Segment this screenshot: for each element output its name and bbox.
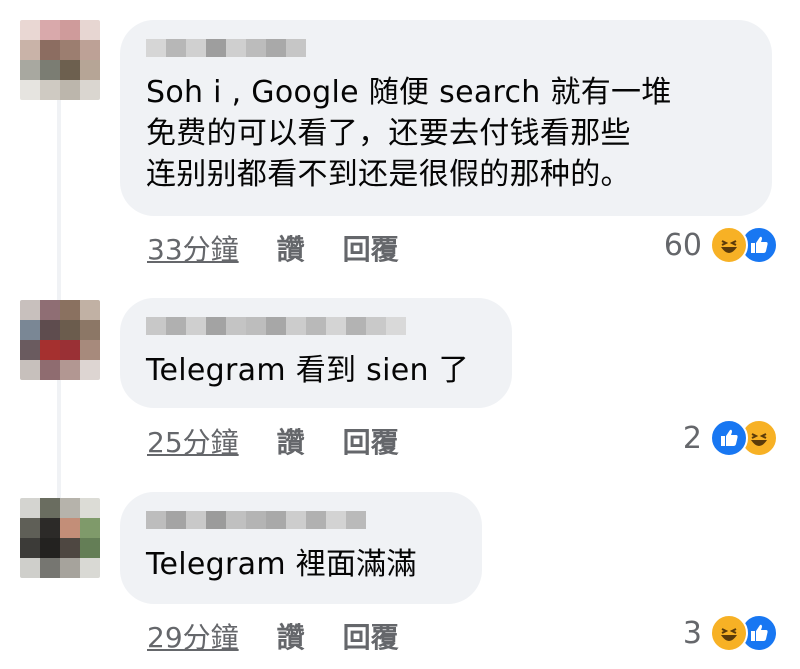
reply-button[interactable]: 回覆 <box>343 616 399 656</box>
timestamp-link[interactable]: 29分鐘 <box>147 616 239 656</box>
comment-bubble: Telegram 看到 sien 了 <box>120 298 512 408</box>
reply-button[interactable]: 回覆 <box>343 228 399 268</box>
avatar[interactable] <box>20 20 100 100</box>
reaction-count: 2 <box>682 420 702 456</box>
reply-button[interactable]: 回覆 <box>343 421 399 461</box>
comment-bubble: Soh i , Google 随便 search 就有一堆 免费的可以看了，还要… <box>120 20 772 216</box>
timestamp-link[interactable]: 33分鐘 <box>147 228 239 268</box>
like-button[interactable]: 讚 <box>277 616 305 656</box>
like-icon <box>710 419 748 457</box>
reactions-summary[interactable]: 2 <box>683 419 778 457</box>
reaction-count: 3 <box>682 615 702 651</box>
author-name-blurred[interactable] <box>146 34 744 62</box>
reactions-summary[interactable]: 3 <box>683 614 778 652</box>
like-button[interactable]: 讚 <box>277 228 305 268</box>
comment-text: Telegram 看到 sien 了 <box>146 353 469 388</box>
avatar[interactable] <box>20 498 100 578</box>
haha-icon <box>710 614 748 652</box>
comment-actions: 29分鐘 讚 回覆 <box>147 616 399 656</box>
author-name-blurred[interactable] <box>146 312 484 340</box>
haha-icon <box>710 226 748 264</box>
comment-text: Telegram 裡面滿滿 <box>146 547 417 582</box>
comment-bubble: Telegram 裡面滿滿 <box>120 492 482 604</box>
like-button[interactable]: 讚 <box>277 421 305 461</box>
avatar[interactable] <box>20 300 100 380</box>
comment-text: Soh i , Google 随便 search 就有一堆 免费的可以看了，还要… <box>146 75 672 192</box>
reactions-summary[interactable]: 60 <box>664 226 778 264</box>
timestamp-link[interactable]: 25分鐘 <box>147 421 239 461</box>
author-name-blurred[interactable] <box>146 506 454 534</box>
reaction-count: 60 <box>663 227 702 263</box>
comment-actions: 33分鐘 讚 回覆 <box>147 228 399 268</box>
comment-actions: 25分鐘 讚 回覆 <box>147 421 399 461</box>
